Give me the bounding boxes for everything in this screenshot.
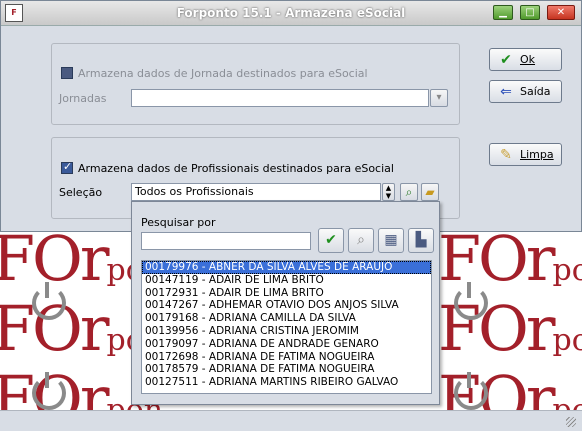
selecao-label: Seleção <box>59 186 103 199</box>
jornada-checkbox[interactable] <box>61 67 73 79</box>
main-window: F Forponto 15.1 - Armazena eSocial ▁ □ ✕… <box>0 0 582 232</box>
search-input[interactable] <box>141 232 311 250</box>
list-item[interactable]: 00179976 - ABNER DA SILVA ALVES DE ARAUJ… <box>142 261 431 274</box>
jornada-checkbox-label: Armazena dados de Jornada destinados par… <box>78 67 368 80</box>
list-item[interactable]: 00139956 - ADRIANA CRISTINA JEROMIM <box>142 325 431 338</box>
magnifier-icon: ⌕ <box>357 232 365 248</box>
employee-lookup-popup: Pesquisar por ✔ ⌕ ▦ ▙ 00179976 - ABNER D… <box>131 201 440 405</box>
list-item[interactable]: 00179168 - ADRIANA CAMILLA DA SILVA <box>142 312 431 325</box>
power-icon <box>32 282 66 320</box>
saida-button[interactable]: ⇐ Saída <box>489 80 562 103</box>
chevron-down-icon: ▾ <box>436 92 442 103</box>
list-item[interactable]: 00127511 - ADRIANA MARTINS RIBEIRO GALVA… <box>142 376 431 389</box>
confirm-button[interactable]: ✔ <box>318 228 344 253</box>
checkmark-icon: ✔ <box>500 52 512 68</box>
table-icon: ▦ <box>384 232 398 248</box>
jornadas-field[interactable] <box>131 89 429 107</box>
list-item[interactable]: 00172698 - ADRIANA DE FATIMA NOGUEIRA <box>142 351 431 364</box>
selecao-field[interactable]: Todos os Profissionais <box>131 183 381 201</box>
power-icon <box>454 282 488 320</box>
magnifier-icon: ⌕ <box>405 185 413 199</box>
employee-list[interactable]: 00179976 - ABNER DA SILVA ALVES DE ARAUJ… <box>141 260 432 394</box>
ok-button[interactable]: ✔ Ok <box>489 48 562 71</box>
spin-updown-icon: ▲ ▼ <box>385 184 392 200</box>
power-icon <box>454 372 488 410</box>
exit-arrow-icon: ⇐ <box>500 84 512 100</box>
close-icon: ✕ <box>556 7 566 18</box>
building-icon: ▙ <box>415 232 427 248</box>
limpa-button[interactable]: ✎ Limpa <box>489 143 562 166</box>
list-item[interactable]: 00147267 - ADHEMAR OTAVIO DOS ANJOS SILV… <box>142 299 431 312</box>
jornadas-label: Jornadas <box>59 92 107 105</box>
close-button[interactable]: ✕ <box>547 5 575 20</box>
minimize-button[interactable]: ▁ <box>493 5 513 20</box>
saida-button-label: Saída <box>520 85 551 98</box>
profissionais-checkbox[interactable] <box>61 160 73 174</box>
find-button[interactable]: ⌕ <box>348 228 374 253</box>
list-item[interactable]: 00147119 - ADAIR DE LIMA BRITO <box>142 274 431 287</box>
jornadas-dropdown-button[interactable]: ▾ <box>430 89 448 107</box>
folder-icon: ▰ <box>425 185 435 199</box>
checkmark-icon: ✔ <box>325 232 337 248</box>
search-label: Pesquisar por <box>141 216 216 229</box>
status-bar <box>0 410 582 431</box>
resize-grip-icon[interactable] <box>566 417 576 427</box>
factory-button[interactable]: ▙ <box>408 228 434 253</box>
selecao-spinner[interactable]: ▲ ▼ <box>382 183 395 201</box>
grid-view-button[interactable]: ▦ <box>378 228 404 253</box>
profissionais-checkbox-label: Armazena dados de Profissionais destinad… <box>78 162 394 175</box>
title-bar[interactable]: F Forponto 15.1 - Armazena eSocial ▁ □ ✕ <box>1 1 581 26</box>
selecao-open-button[interactable]: ▰ <box>421 183 439 201</box>
selecao-search-button[interactable]: ⌕ <box>400 183 418 201</box>
wallpaper-logo: FOrpon <box>438 222 582 295</box>
jornada-group: Armazena dados de Jornada destinados par… <box>51 43 460 125</box>
eraser-icon: ✎ <box>500 147 512 163</box>
minimize-icon: ▁ <box>499 7 507 18</box>
power-icon <box>32 372 66 410</box>
list-item[interactable]: 00179097 - ADRIANA DE ANDRADE GENARO <box>142 338 431 351</box>
limpa-button-label: Limpa <box>520 148 554 161</box>
ok-button-label: Ok <box>520 53 536 66</box>
list-item[interactable]: 00178579 - ADRIANA DE FATIMA NOGUEIRA <box>142 363 431 376</box>
maximize-button[interactable]: □ <box>520 5 540 20</box>
list-item[interactable]: 00172931 - ADAIR DE LIMA BRITO <box>142 287 431 300</box>
maximize-icon: □ <box>525 7 535 18</box>
